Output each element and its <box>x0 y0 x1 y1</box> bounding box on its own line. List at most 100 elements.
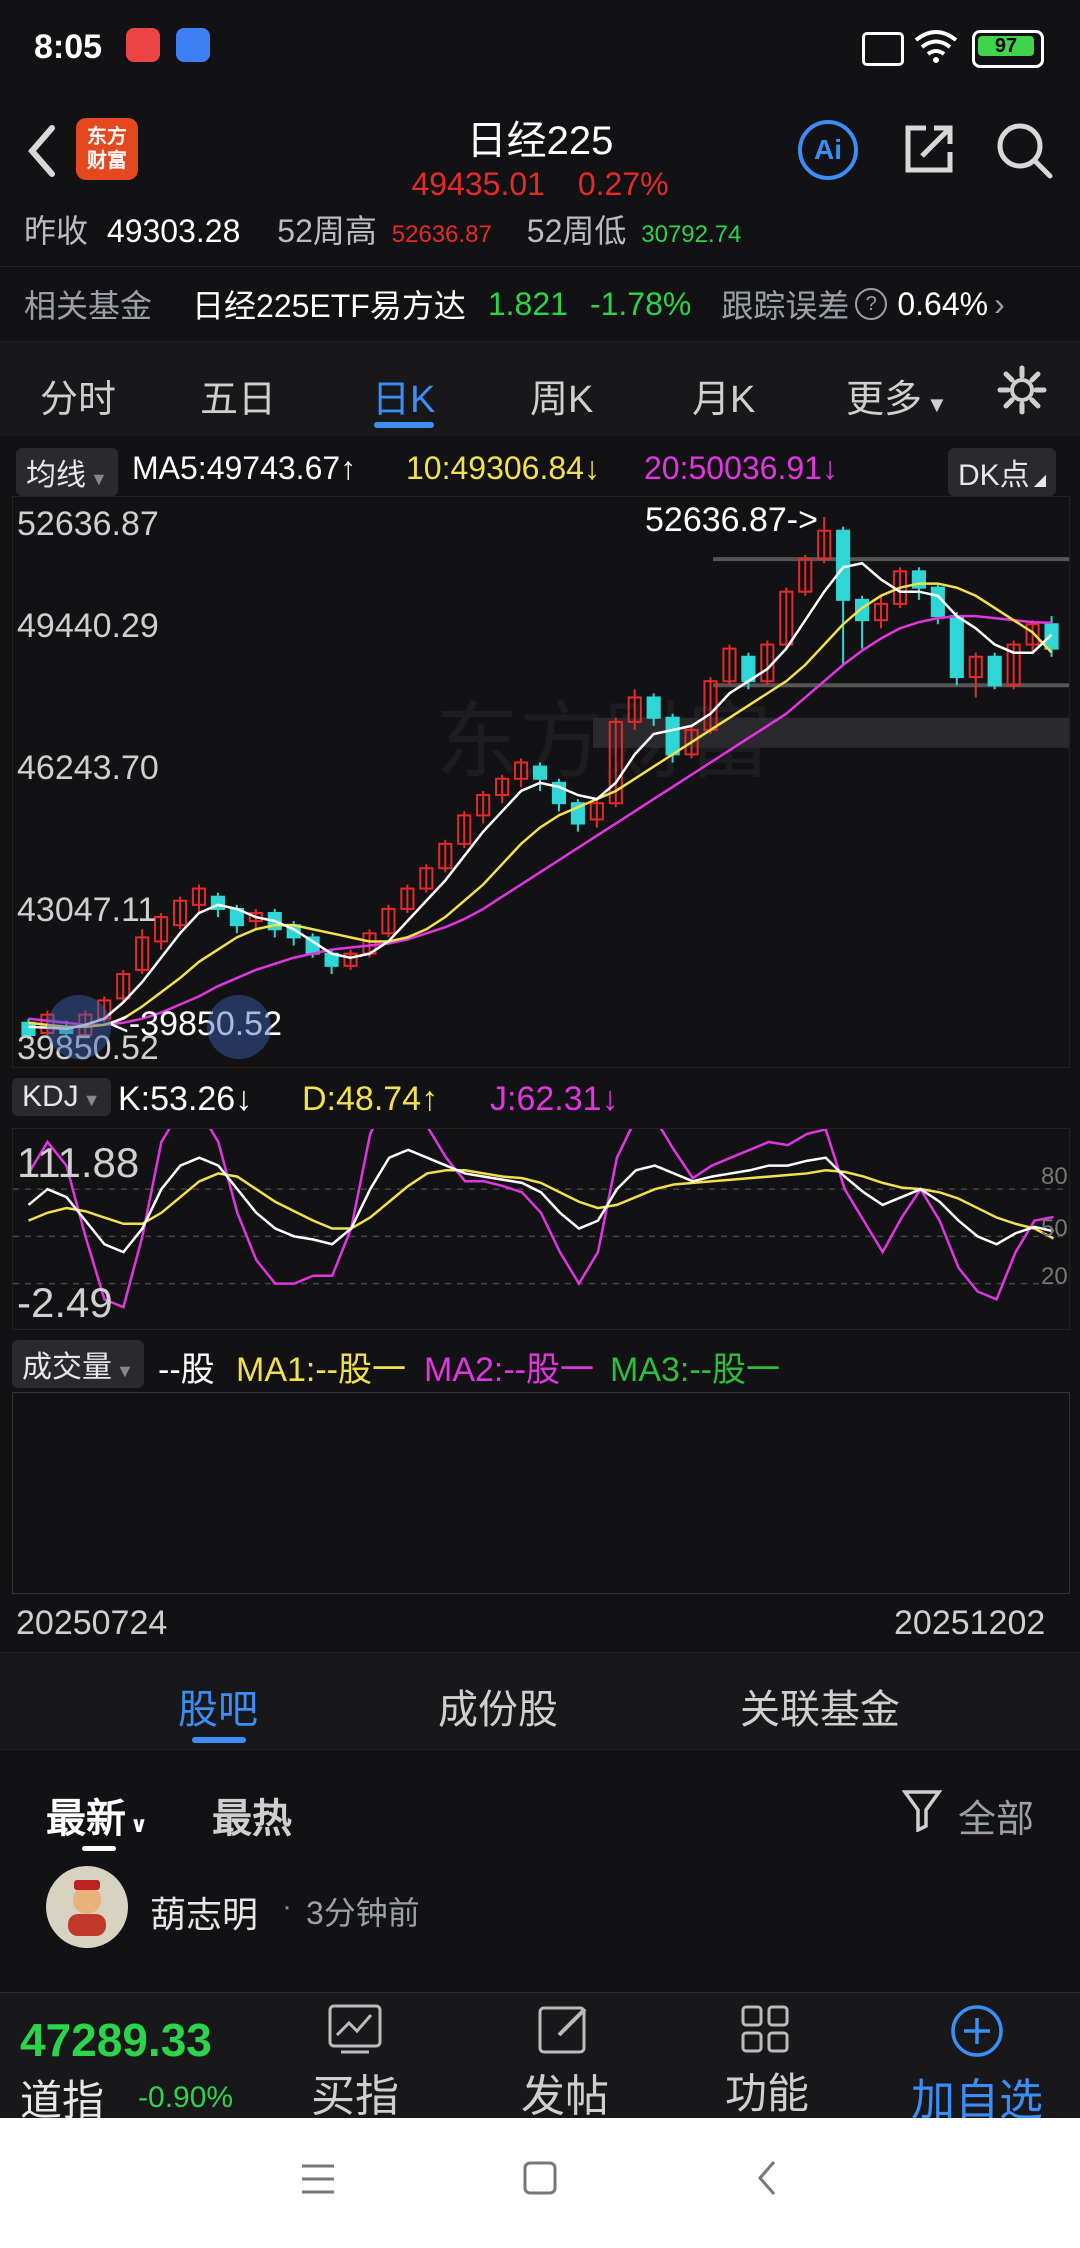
filter-icon[interactable] <box>902 1788 942 1832</box>
filter-label[interactable]: 全部 <box>958 1788 1034 1843</box>
arrow-up-icon: ↑ <box>421 1080 439 1118</box>
ma10-value: 10:49306.84↓ <box>406 450 600 487</box>
ma-legend: 均线 ▼ MA5:49743.67↑ 10:49306.84↓ 20:50036.… <box>0 440 1080 496</box>
battery-icon: 97 <box>972 30 1044 68</box>
volume-value: --股 <box>158 1351 215 1389</box>
candlestick-svg: 东方财富 <box>21 517 1069 1040</box>
kdj-k-text: K:53.26 <box>118 1080 236 1118</box>
volume-legend: 成交量 ▼ --股 MA1:--股一 MA2:--股一 MA3:--股一 <box>0 1334 1080 1390</box>
status-bar: 8:05 97 <box>0 0 1080 96</box>
candlestick-chart[interactable]: 东方财富 52636.87 49440.29 46243.70 43047.11… <box>12 496 1070 1068</box>
kdj-axis-bottom: -2.49 <box>17 1279 113 1326</box>
menu-icon[interactable] <box>300 2162 336 2196</box>
home-icon[interactable] <box>522 2160 558 2196</box>
date-end: 20251202 <box>894 1604 1046 1642</box>
tab-weekly-k[interactable]: 周K <box>530 368 593 423</box>
dk-button[interactable]: DK点 ◢ <box>948 448 1056 496</box>
tab-more[interactable]: 更多 ▼ <box>846 368 948 423</box>
tab-forum[interactable]: 股吧 <box>178 1677 258 1735</box>
candle-body <box>949 615 964 679</box>
sort-hot[interactable]: 最热 <box>212 1786 292 1844</box>
arrow-up-icon: ↑ <box>340 450 357 486</box>
kdj-d-line <box>28 1169 1055 1240</box>
high-annotation: 52636.87-> <box>645 501 818 539</box>
kdj-k: K:53.26↓ <box>118 1080 252 1119</box>
kdj-selector[interactable]: KDJ ▼ <box>12 1078 111 1116</box>
related-fund-name[interactable]: 日经225ETF易方达 <box>192 281 466 327</box>
volume-ma2: MA2:--股一 <box>424 1351 594 1389</box>
tab-related-funds[interactable]: 关联基金 <box>740 1677 900 1735</box>
date-start: 20250724 <box>16 1604 168 1642</box>
ma-selector[interactable]: 均线 ▼ <box>16 448 118 496</box>
kdj-j: J:62.31↓ <box>490 1080 619 1119</box>
tab-monthly-k[interactable]: 月K <box>692 368 755 423</box>
kdj-chart[interactable]: 111.88 -2.49 80 50 20 <box>12 1076 1070 1330</box>
index-change: 0.27% <box>577 166 669 202</box>
avatar[interactable] <box>46 1866 128 1948</box>
price-axis-3: 46243.70 <box>17 749 159 787</box>
arrow-down-icon: ↓ <box>583 450 600 486</box>
caret-down-icon: ▼ <box>926 392 948 417</box>
price-axis-2: 49440.29 <box>17 607 159 645</box>
price-axis-top: 52636.87 <box>17 505 159 543</box>
chart-frame-icon <box>328 2004 382 2054</box>
app-notification-icon <box>176 28 210 62</box>
nav-back-icon[interactable] <box>754 2158 780 2198</box>
post-item[interactable]: 葫志明 · 3分钟前 <box>0 1860 1080 1990</box>
kdj-d: D:48.74↑ <box>302 1080 438 1119</box>
scroll-right-button[interactable] <box>207 995 271 1059</box>
caret-down-icon: ▼ <box>82 1090 101 1110</box>
dow-change: -0.90% <box>138 2080 234 2114</box>
kdj-d-text: D:48.74 <box>302 1080 422 1118</box>
kdj-svg <box>13 1076 1069 1309</box>
related-fund-row[interactable]: 相关基金 日经225ETF易方达 1.821 -1.78% 跟踪误差 ? 0.6… <box>0 266 1080 342</box>
stats-strip: 昨收 49303.28 52周高 52636.87 52周低 30792.74 <box>0 206 1080 262</box>
arrow-down-icon: ↓ <box>821 450 838 486</box>
sort-bar: 最新 ∨ 最热 全部 <box>0 1750 1080 1860</box>
tab-five-day[interactable]: 五日 <box>200 368 276 423</box>
ma20-value: 20:50036.91↓ <box>644 450 838 487</box>
scroll-left-button[interactable] <box>47 995 111 1059</box>
edit-icon <box>538 2006 587 2054</box>
post-dot: · <box>282 1890 292 1923</box>
post-time: 3分钟前 <box>306 1895 420 1931</box>
post-button[interactable]: 发帖 <box>510 2003 620 2124</box>
gear-icon[interactable] <box>996 364 1048 416</box>
ma20-line <box>28 614 1052 1027</box>
ma-selector-label: 均线 <box>26 459 86 492</box>
kdj-j-line <box>27 1076 1054 1309</box>
functions-button[interactable]: 功能 <box>712 2003 822 2121</box>
ma5-value: MA5:49743.67↑ <box>132 450 356 487</box>
sort-latest[interactable]: 最新 ∨ <box>46 1786 148 1844</box>
battery-level: 97 <box>978 36 1034 56</box>
tab-constituents[interactable]: 成份股 <box>438 1677 558 1735</box>
help-icon[interactable]: ? <box>855 288 888 320</box>
sim-icon <box>862 32 904 66</box>
candle-body <box>665 716 680 756</box>
avatar-icon <box>68 1880 106 1936</box>
page-title: 日经225 <box>466 119 614 163</box>
kdj-selector-label: KDJ <box>22 1080 79 1113</box>
status-time: 8:05 <box>34 28 103 66</box>
volume-chart[interactable] <box>12 1392 1070 1594</box>
candle-body <box>532 765 548 780</box>
tab-daily-k[interactable]: 日K <box>372 368 435 423</box>
volume-selector[interactable]: 成交量 ▼ <box>12 1340 144 1388</box>
tab-intraday[interactable]: 分时 <box>40 368 116 423</box>
dow-index[interactable]: 47289.33 道指 -0.90% <box>20 2013 233 2128</box>
high52-label: 52周高 <box>277 213 377 249</box>
functions-label: 功能 <box>724 2070 809 2117</box>
sort-indicator <box>82 1846 116 1851</box>
low52-label: 52周低 <box>526 213 627 249</box>
period-tabs: 分时 五日 日K 周K 月K 更多 ▼ <box>0 342 1080 436</box>
kdj-ref-20: 20 <box>1041 1263 1068 1290</box>
arrow-down-icon: ↓ <box>601 1080 619 1118</box>
candle-body <box>646 696 661 719</box>
add-circle-icon <box>951 2005 1003 2057</box>
arrow-down-icon: ↓ <box>235 1080 253 1118</box>
notification-icon <box>126 28 160 62</box>
add-watchlist-button[interactable]: 加自选 <box>902 2003 1052 2128</box>
grid-icon <box>741 2005 789 2053</box>
post-author[interactable]: 葫志明 <box>150 1886 258 1938</box>
related-fund-price: 1.821 <box>487 285 568 322</box>
